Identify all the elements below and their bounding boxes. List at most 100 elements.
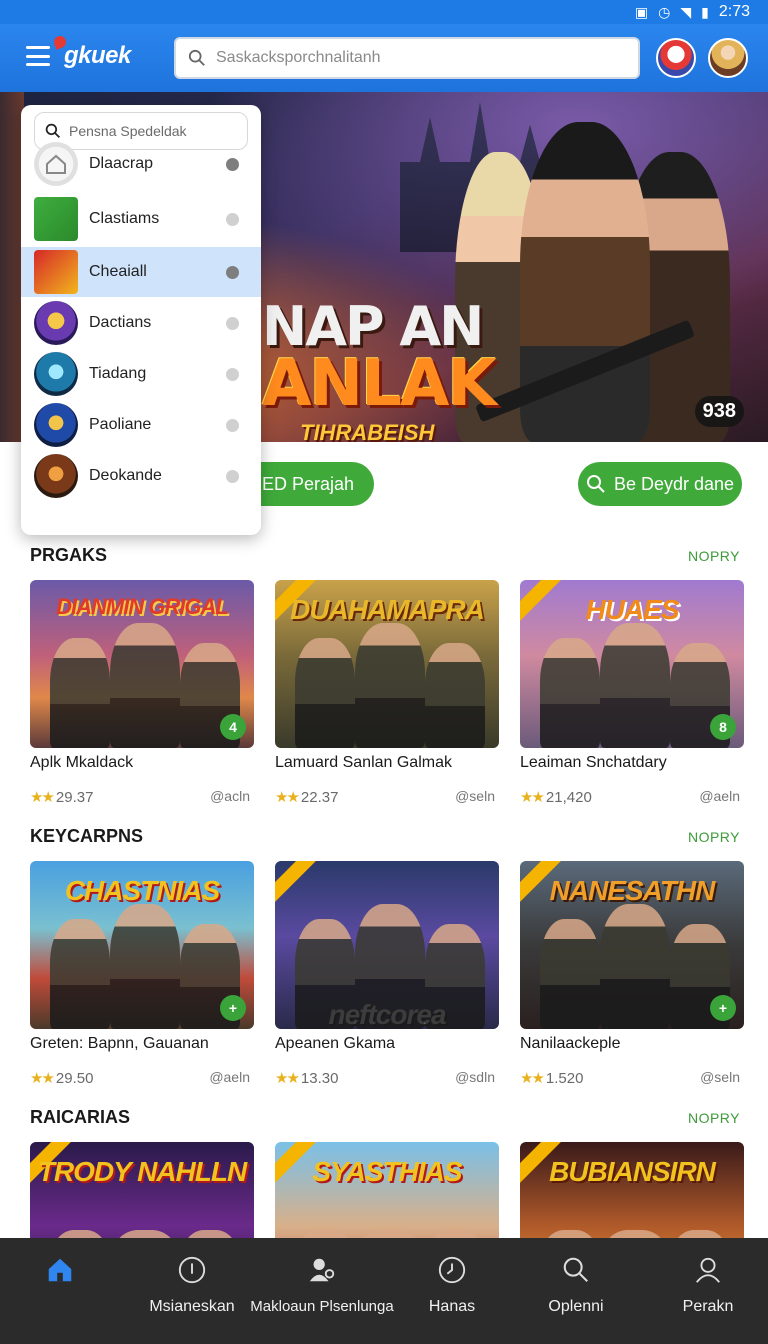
character-art <box>295 638 355 748</box>
game-card[interactable]: DIANMIN GRIGAL 4 Aplk Mkaldack ★★ 29.37 @acln <box>30 580 254 810</box>
star-icon: ★★ <box>520 789 545 806</box>
app-header: gkuek <box>0 24 768 92</box>
dropdown-item-label: Deokande <box>89 467 162 484</box>
nav-item[interactable]: Perakn <box>648 1238 768 1344</box>
rating-value: 22.37 <box>300 788 339 806</box>
thumbnail-title: DUAHAMAPRA <box>290 594 485 625</box>
game-rating: ★★ 29.37 <box>30 788 94 807</box>
status-dot <box>226 265 239 279</box>
game-logo-icon <box>34 250 78 294</box>
character-art <box>355 623 425 748</box>
battery-icon: ▮ <box>701 3 709 20</box>
see-more-link[interactable]: NOPRY <box>688 829 740 845</box>
rating-value: 29.37 <box>55 788 94 806</box>
game-thumbnail[interactable]: NANESATHN + <box>520 861 744 1029</box>
alarm-icon: ◷ <box>658 3 671 20</box>
notification-icon: ▣ <box>634 3 649 20</box>
game-title: Greten: Bapnn, Gauanan <box>30 1035 209 1052</box>
dropdown-item[interactable]: Cheaiall <box>21 247 261 297</box>
game-meta: @aeln <box>209 1069 250 1085</box>
game-rating: ★★ 22.37 <box>275 788 339 807</box>
game-title: Lamuard Sanlan Galmak <box>275 754 452 771</box>
search-icon <box>188 49 205 66</box>
see-more-link[interactable]: NOPRY <box>688 548 740 564</box>
character-art <box>355 904 425 1029</box>
character-art <box>295 919 355 1029</box>
character-art <box>50 638 110 748</box>
search-action-button[interactable]: Be Deydr dane <box>578 462 742 506</box>
game-rating: ★★ 13.30 <box>275 1069 339 1088</box>
user-avatar[interactable] <box>708 38 748 78</box>
nav-item[interactable]: Makloaun Plsenlunga <box>250 1238 394 1344</box>
star-icon: ★★ <box>275 1070 300 1087</box>
game-card[interactable]: HUAES 8 Leaiman Snchatdary ★★ 21,420 @aeln <box>520 580 744 810</box>
game-thumbnail[interactable]: CHASTNIAS + <box>30 861 254 1029</box>
fire-icon <box>34 454 78 498</box>
dropdown-item[interactable]: Clastiams <box>21 194 261 244</box>
game-thumbnail[interactable]: neftcorea <box>275 861 499 1029</box>
hero-count-badge: 938 <box>694 396 744 427</box>
game-card[interactable]: CHASTNIAS + Greten: Bapnn, Gauanan ★★ 29.50 @… <box>30 861 254 1091</box>
game-meta: @acln <box>210 788 250 804</box>
game-title: Leaiman Snchatdary <box>520 754 667 771</box>
character-art <box>425 924 485 1029</box>
game-meta: @seln <box>700 1069 740 1085</box>
nav-item[interactable] <box>0 1238 120 1344</box>
game-meta: @seln <box>455 788 495 804</box>
dropdown-item[interactable]: Dactians <box>21 298 261 348</box>
game-meta: @aeln <box>699 788 740 804</box>
nav-item-label: Msianeskan <box>149 1298 235 1315</box>
character-art <box>110 904 180 1029</box>
dropdown-search-input[interactable] <box>69 123 239 139</box>
search-input[interactable] <box>216 49 616 67</box>
rating-value: 13.30 <box>300 1069 339 1087</box>
dropdown-item-label: Dactians <box>89 314 152 331</box>
nav-item[interactable]: Hanas <box>392 1238 512 1344</box>
star-icon: ★★ <box>30 789 55 806</box>
character-art <box>540 919 600 1029</box>
game-title: Nanilaackeple <box>520 1035 621 1052</box>
status-dot <box>226 418 239 432</box>
search-bar[interactable] <box>174 37 640 79</box>
crystal-icon <box>34 352 78 396</box>
thumbnail-title: BUBIANSIRN <box>549 1156 716 1187</box>
game-card[interactable]: NANESATHN + Nanilaackeple ★★ 1.520 @seln <box>520 861 744 1091</box>
card-badge[interactable]: 4 <box>220 714 246 740</box>
game-thumbnail[interactable]: HUAES 8 <box>520 580 744 748</box>
nav-item[interactable]: Msianeskan <box>132 1238 252 1344</box>
game-thumbnail[interactable]: DUAHAMAPRA <box>275 580 499 748</box>
rating-value: 21,420 <box>545 788 592 806</box>
home-icon <box>34 142 78 186</box>
dropdown-item[interactable]: Tiadang <box>21 349 261 399</box>
game-rating: ★★ 21,420 <box>520 788 592 807</box>
shield-icon <box>34 403 78 447</box>
star-icon: ★★ <box>30 1070 55 1087</box>
dropdown-item[interactable]: Deokande <box>21 451 261 501</box>
see-more-link[interactable]: NOPRY <box>688 1110 740 1126</box>
game-thumbnail[interactable]: DIANMIN GRIGAL 4 <box>30 580 254 748</box>
hero-subtitle: TIHRABEISH <box>300 420 435 442</box>
ribbon-badge <box>275 861 318 903</box>
card-badge[interactable]: + <box>220 995 246 1021</box>
game-card[interactable]: neftcorea Apeanen Gkama ★★13.30 @sdln <box>275 861 499 1091</box>
app-logo[interactable]: gkuek <box>52 34 131 70</box>
menu-icon[interactable] <box>26 46 50 66</box>
game-card[interactable]: DUAHAMAPRA Lamuard Sanlan Galmak ★★ 22.37 @s… <box>275 580 499 810</box>
dropdown-item-label: Clastiams <box>89 210 160 227</box>
status-dot <box>226 367 239 381</box>
card-badge[interactable]: + <box>710 995 736 1021</box>
thumbnail-title: DIANMIN GRIGAL <box>56 594 229 619</box>
dropdown-item[interactable]: Dlaacrap <box>21 139 261 189</box>
card-badge[interactable]: 8 <box>710 714 736 740</box>
section-title: KEYCARPNS <box>30 826 144 846</box>
brand-avatar[interactable] <box>656 38 696 78</box>
thumbnail-title: NANESATHN <box>549 875 716 906</box>
status-dot <box>226 316 239 330</box>
nav-item[interactable]: Oplenni <box>516 1238 636 1344</box>
nav-item-label: Oplenni <box>548 1298 604 1315</box>
nav-item-label: Makloaun Plsenlunga <box>250 1298 394 1315</box>
dropdown-item[interactable]: Paoliane <box>21 400 261 450</box>
profile-icon <box>692 1254 724 1286</box>
thumbnail-title: TRODY NAHLLN <box>37 1156 247 1187</box>
character-art <box>50 919 110 1029</box>
